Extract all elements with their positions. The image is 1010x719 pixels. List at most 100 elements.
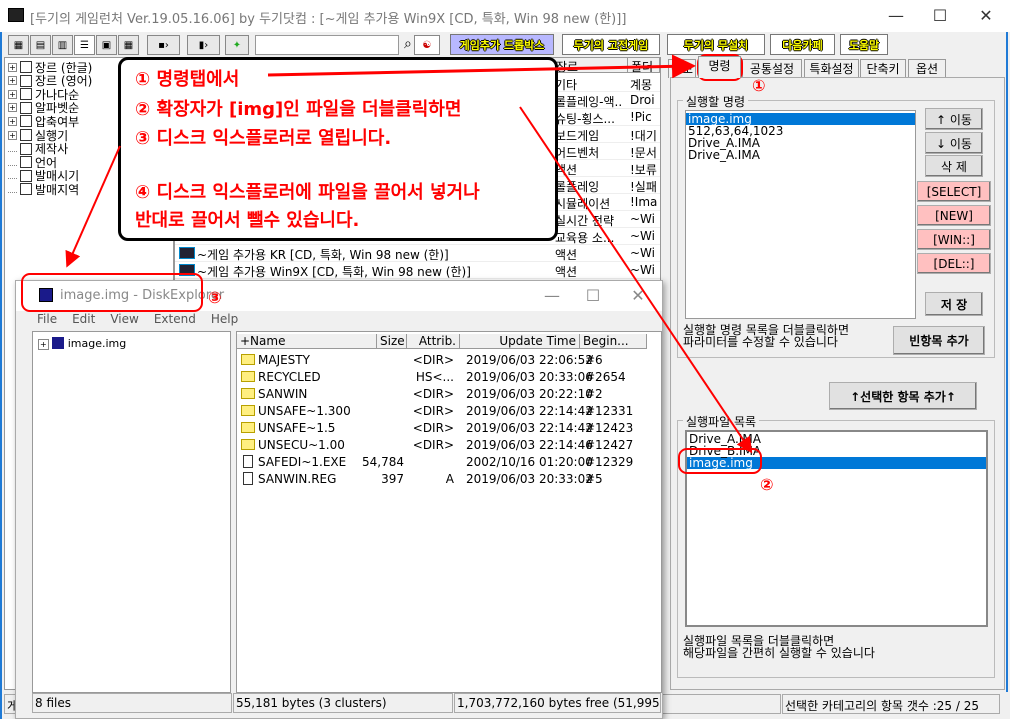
game-genre: 보드게임 xyxy=(555,129,600,143)
close-button[interactable]: ✕ xyxy=(966,4,1006,28)
checkbox[interactable] xyxy=(20,142,32,155)
column-begin[interactable]: Begin... xyxy=(580,334,647,349)
menu-file[interactable]: File xyxy=(37,312,57,330)
binoculars-search-icon[interactable]: ⌕ xyxy=(404,36,412,52)
search-input[interactable] xyxy=(255,35,399,55)
add-selected-item-button[interactable]: ↑선택한 항목 추가↑ xyxy=(829,382,977,410)
view-small-icon[interactable]: ▤ xyxy=(30,35,51,55)
checkbox[interactable] xyxy=(20,115,32,128)
del-macro-button[interactable]: [DEL::] xyxy=(917,253,991,274)
checkbox[interactable] xyxy=(20,156,32,169)
de-status-files: 8 files xyxy=(32,693,232,713)
file-row[interactable]: SAFEDI~1.EXE 54,784 2002/10/16 01:20:00 #12… xyxy=(237,454,661,471)
menu-extend[interactable]: Extend xyxy=(154,312,196,330)
minimize-button[interactable]: — xyxy=(876,4,916,28)
tree-line xyxy=(8,145,17,153)
column-attrib[interactable]: Attrib. xyxy=(407,334,460,349)
add-empty-item-button[interactable]: 빈항목 추가 xyxy=(893,326,985,355)
file-row[interactable]: SANWIN <DIR> 2019/06/03 20:22:10 #2 xyxy=(237,386,661,403)
delete-button[interactable]: 삭 제 xyxy=(925,155,983,177)
file-row[interactable]: RECYCLED HS<... 2019/06/03 20:33:06 #2654 xyxy=(237,369,661,386)
column-update-time[interactable]: Update Time xyxy=(460,334,580,349)
file-row[interactable]: UNSAFE~1.300 <DIR> 2019/06/03 22:14:42 #123… xyxy=(237,403,661,420)
file-row[interactable]: UNSECU~1.00 <DIR> 2019/06/03 22:14:46 #1242… xyxy=(237,437,661,454)
de-close-button[interactable]: ✕ xyxy=(618,284,658,308)
file-begin: #2 xyxy=(585,387,603,401)
menu-view[interactable]: View xyxy=(110,312,138,330)
tab-5[interactable]: 옵션 xyxy=(908,59,946,78)
expand-icon[interactable]: + xyxy=(8,76,17,86)
view-details-icon[interactable]: ☰ xyxy=(74,35,95,55)
column-size[interactable]: Size xyxy=(377,334,407,349)
file-name-text: MAJESTY xyxy=(258,353,310,367)
view-grid-icon[interactable]: ▦ xyxy=(118,35,139,55)
table-row[interactable]: ~게임 추가용 Win9X [CD, 특화, Win 98 new (한)] 액션… xyxy=(175,262,660,279)
view-list-icon[interactable]: ▥ xyxy=(52,35,73,55)
checkbox[interactable] xyxy=(20,183,32,196)
file-name: UNSAFE~1.5 xyxy=(241,421,335,435)
folder-icon[interactable]: ▮› xyxy=(187,35,220,55)
help-button[interactable]: 도움말 xyxy=(840,34,888,55)
checkbox[interactable] xyxy=(20,101,32,114)
no-install-button[interactable]: 두기의 무설치 xyxy=(667,34,765,55)
tab-3[interactable]: 특화설정 xyxy=(804,59,859,78)
korean-flag-icon[interactable]: ☯ xyxy=(414,35,440,55)
expand-icon[interactable]: + xyxy=(38,339,49,350)
de-maximize-button[interactable]: ☐ xyxy=(573,284,613,308)
column-name[interactable]: +Name xyxy=(237,334,377,349)
checkbox[interactable] xyxy=(20,129,32,141)
expand-icon[interactable]: + xyxy=(8,130,17,140)
command-listbox[interactable]: image.img 512,63,64,1023 Drive_A.IMA Drive_… xyxy=(685,110,916,319)
menu-help[interactable]: Help xyxy=(211,312,238,330)
expand-icon[interactable]: + xyxy=(8,89,17,99)
refresh-icon[interactable]: ✦ xyxy=(225,35,249,55)
tree-line xyxy=(8,172,17,180)
tab-2[interactable]: 공통설정 xyxy=(742,59,802,78)
main-title-bar: [두기의 게임런처 Ver.19.05.16.06] by 두기닷컴 : [~게… xyxy=(0,0,1010,32)
run-game-icon[interactable]: ▪› xyxy=(147,35,180,55)
exe-item[interactable]: image.img xyxy=(687,457,986,469)
win-macro-button[interactable]: [WIN::] xyxy=(917,229,991,250)
add-game-dropbox-button[interactable]: 게임추가 드롭박스 xyxy=(450,34,554,55)
file-name: SANWIN.REG xyxy=(241,472,336,486)
file-icon xyxy=(243,472,253,485)
view-large-icon[interactable]: ▦ xyxy=(8,35,29,55)
view-thumb-icon[interactable]: ▣ xyxy=(96,35,117,55)
select-macro-button[interactable]: [SELECT] xyxy=(917,181,991,202)
table-row[interactable]: ~게임 추가용 KR [CD, 특화, Win 98 new (한)] 액션 ~Wi xyxy=(175,245,660,262)
tree-item[interactable]: 발매지역 xyxy=(8,182,79,197)
de-status-bytes: 55,181 bytes (3 clusters) xyxy=(233,693,453,713)
expand-icon[interactable]: + xyxy=(8,116,17,126)
move-down-button[interactable]: ↓ 이동 xyxy=(925,132,983,154)
save-button[interactable]: 저 장 xyxy=(925,292,983,316)
checkbox[interactable] xyxy=(20,61,32,73)
exe-listbox[interactable]: Drive_A.IMA Drive_B.IMA image.img xyxy=(685,430,988,627)
tab-4[interactable]: 단축키 xyxy=(860,59,906,78)
tab-1[interactable]: 명령 xyxy=(698,56,741,78)
checkbox[interactable] xyxy=(20,88,32,101)
expand-icon[interactable]: + xyxy=(8,62,17,72)
file-row[interactable]: SANWIN.REG 397 A 2019/06/03 20:33:02 #5 xyxy=(237,471,661,488)
menu-edit[interactable]: Edit xyxy=(72,312,95,330)
de-tree-root[interactable]: + image.img xyxy=(38,337,126,350)
classic-games-button[interactable]: 두기의 고전게임 xyxy=(562,34,660,55)
de-minimize-button[interactable]: — xyxy=(532,284,572,308)
checkbox[interactable] xyxy=(20,169,32,182)
folder-icon xyxy=(241,371,255,382)
new-macro-button[interactable]: [NEW] xyxy=(917,205,991,226)
checkbox[interactable] xyxy=(20,74,32,87)
file-row[interactable]: MAJESTY <DIR> 2019/06/03 22:06:52 #6 xyxy=(237,352,661,369)
move-up-button[interactable]: ↑ 이동 xyxy=(925,108,983,130)
file-begin: #12427 xyxy=(585,438,634,452)
tab-0[interactable]: 정보 xyxy=(668,59,696,78)
column-header-folder[interactable]: 폴더 xyxy=(628,58,660,73)
file-row[interactable]: UNSAFE~1.5 <DIR> 2019/06/03 22:14:42 #12423 xyxy=(237,420,661,437)
file-attrib: <DIR> xyxy=(412,404,454,418)
game-genre: 액션 xyxy=(555,265,578,279)
column-header-genre[interactable]: 장르 xyxy=(553,58,628,73)
file-time: 2019/06/03 22:14:42 xyxy=(466,421,593,435)
maximize-button[interactable]: ☐ xyxy=(920,4,960,28)
command-item[interactable]: Drive_A.IMA xyxy=(686,149,915,161)
expand-icon[interactable]: + xyxy=(8,103,17,113)
daum-cafe-button[interactable]: 다음카페 xyxy=(770,34,835,55)
